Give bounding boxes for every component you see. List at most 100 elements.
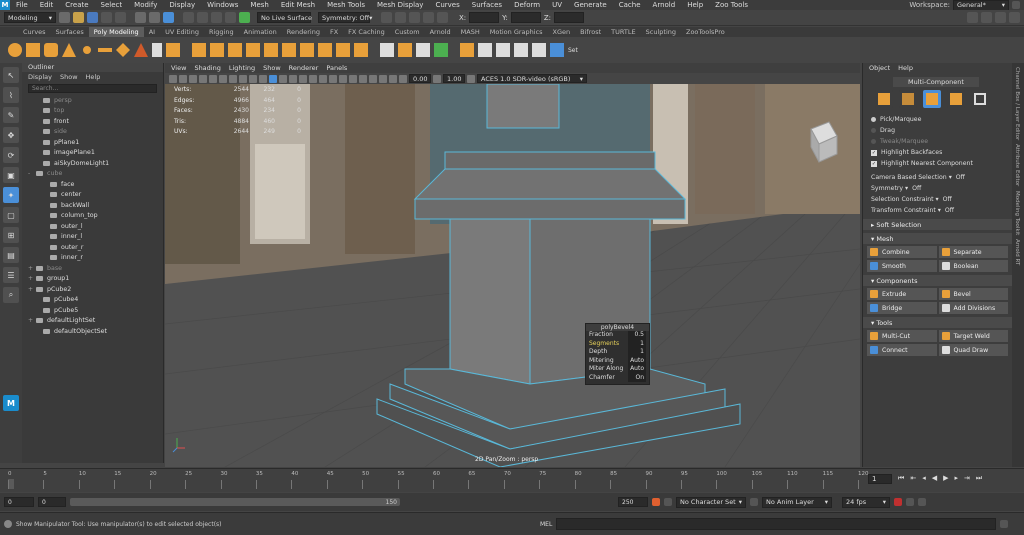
- extrude-button[interactable]: Extrude: [867, 288, 937, 300]
- layout-icon[interactable]: ▤: [3, 247, 19, 263]
- outliner-item[interactable]: backWall: [22, 200, 163, 211]
- gamma-field[interactable]: 1.00: [443, 74, 465, 83]
- fps-dropdown[interactable]: 24 fps ▾: [842, 496, 890, 508]
- toolkit-menu-help[interactable]: Help: [898, 63, 913, 73]
- start-time-field[interactable]: 0: [4, 497, 34, 507]
- symmetry-dropdown[interactable]: Symmetry: Off ▾: [318, 12, 372, 23]
- add-divisions-button[interactable]: Add Divisions: [938, 302, 1008, 314]
- expand-toggle-icon[interactable]: +: [28, 275, 34, 282]
- workspace-dropdown[interactable]: General* ▾: [953, 0, 1009, 11]
- object-mode-icon[interactable]: [875, 90, 893, 108]
- outliner-item[interactable]: imagePlane1: [22, 148, 163, 159]
- shelf-tab-poly-modeling[interactable]: Poly Modeling: [88, 27, 144, 37]
- hypershade-icon[interactable]: [423, 12, 434, 23]
- isolate-select-icon[interactable]: [369, 74, 377, 83]
- extract-icon[interactable]: [264, 43, 278, 57]
- selection-radio[interactable]: Tweak/Marquee: [863, 136, 1012, 147]
- mash-logo-icon[interactable]: M: [3, 395, 19, 411]
- bevel-attr-value[interactable]: Auto: [628, 365, 646, 374]
- selection-radio[interactable]: Pick/Marquee: [863, 114, 1012, 125]
- timeline[interactable]: 0 5 10 15 20 25 30 35 40 45 50 55 60 65 70 75 80 85 90 95 10…: [0, 468, 1024, 492]
- section-header-mesh[interactable]: ▾ Mesh: [863, 233, 1012, 244]
- play-back-icon[interactable]: ◀: [932, 474, 937, 484]
- outliner-item[interactable]: front: [22, 116, 163, 127]
- shelf-tab-xgen[interactable]: XGen: [548, 27, 576, 37]
- outliner-item[interactable]: + pCube2: [22, 284, 163, 295]
- menu-item-mesh-display[interactable]: Mesh Display: [371, 1, 429, 9]
- section-header-components[interactable]: ▾ Components: [863, 275, 1012, 286]
- snap-plane-icon[interactable]: [225, 12, 236, 23]
- antialias-icon[interactable]: [349, 74, 357, 83]
- outliner-item[interactable]: pCube4: [22, 295, 163, 306]
- shelf-tab-custom[interactable]: Custom: [390, 27, 425, 37]
- lasso-tool-icon[interactable]: ⌇: [3, 87, 19, 103]
- bevel-inview-editor[interactable]: polyBevel4 Fraction 0.5 Segments 1 Depth 1 Mit…: [585, 323, 650, 385]
- textured-icon[interactable]: [299, 74, 307, 83]
- poly-cube-icon[interactable]: [26, 43, 40, 57]
- step-forward-key-icon[interactable]: ⇥: [964, 474, 970, 484]
- connect-button[interactable]: Connect: [867, 344, 937, 356]
- outliner-item[interactable]: side: [22, 127, 163, 138]
- menu-item-edit-mesh[interactable]: Edit Mesh: [275, 1, 321, 9]
- side-tab-arnold-rt[interactable]: Arnold RT: [1014, 239, 1020, 265]
- go-start-icon[interactable]: ⏮: [898, 474, 904, 484]
- x-field[interactable]: [469, 12, 500, 23]
- channel-box-icon[interactable]: [1009, 12, 1020, 23]
- shelf-tab-fx[interactable]: FX: [325, 27, 343, 37]
- menu-item-zoo-tools[interactable]: Zoo Tools: [709, 1, 754, 9]
- menu-item-arnold[interactable]: Arnold: [647, 1, 682, 9]
- anim-layer-dropdown[interactable]: No Anim Layer ▾: [762, 496, 832, 508]
- wireframe-on-shaded-icon[interactable]: [289, 74, 297, 83]
- exposure-icon[interactable]: [399, 74, 407, 83]
- ipr-render-icon[interactable]: [395, 12, 406, 23]
- selection-constraint[interactable]: Selection Constraint ▾ Off: [863, 194, 1012, 205]
- modeling-toolkit-icon[interactable]: [981, 12, 992, 23]
- side-tab-attribute-editor[interactable]: Attribute Editor: [1014, 144, 1020, 186]
- separate-icon[interactable]: [210, 43, 224, 57]
- resolution-gate-icon[interactable]: [229, 74, 237, 83]
- outliner-item[interactable]: persp: [22, 95, 163, 106]
- menu-item-help[interactable]: Help: [681, 1, 709, 9]
- shelf-tab-arnold[interactable]: Arnold: [425, 27, 456, 37]
- radio-icon[interactable]: [871, 128, 876, 133]
- bevel-attr-value[interactable]: Auto: [628, 356, 646, 365]
- outliner-search-input[interactable]: Search...: [28, 84, 157, 93]
- outliner-item[interactable]: - cube: [22, 169, 163, 180]
- move-tool-icon[interactable]: ✥: [3, 127, 19, 143]
- select-object-icon[interactable]: [149, 12, 160, 23]
- menu-item-edit[interactable]: Edit: [34, 1, 60, 9]
- ambient-occlusion-icon[interactable]: [329, 74, 337, 83]
- outliner-item[interactable]: inner_r: [22, 253, 163, 264]
- combine-button[interactable]: Combine: [867, 246, 937, 258]
- preferences-icon[interactable]: [918, 498, 926, 506]
- bridge-edge-icon[interactable]: [354, 43, 368, 57]
- viewport-menu-show[interactable]: Show: [263, 64, 281, 72]
- bevel-attr-value[interactable]: 0.5: [628, 331, 646, 340]
- viewport-menu-view[interactable]: View: [171, 64, 186, 72]
- shelf-tab-rendering[interactable]: Rendering: [282, 27, 325, 37]
- bevel-attr-value[interactable]: 1: [628, 339, 646, 348]
- outliner-item[interactable]: inner_l: [22, 232, 163, 243]
- bevel-attr-row[interactable]: Chamfer On: [586, 373, 649, 382]
- menu-item-mesh-tools[interactable]: Mesh Tools: [321, 1, 371, 9]
- quad-draw-icon[interactable]: [496, 43, 510, 57]
- bevel-attr-row[interactable]: Mitering Auto: [586, 356, 649, 365]
- mirror-icon[interactable]: [246, 43, 260, 57]
- toolkit-menu-object[interactable]: Object: [869, 63, 890, 73]
- section-header-tools[interactable]: ▾ Tools: [863, 317, 1012, 328]
- outliner-item[interactable]: defaultObjectSet: [22, 326, 163, 337]
- outliner-item[interactable]: face: [22, 179, 163, 190]
- combine-icon[interactable]: [192, 43, 206, 57]
- color-space-dropdown[interactable]: ACES 1.0 SDR-video (sRGB) ▾: [477, 74, 587, 83]
- multi-cut-button[interactable]: Multi-Cut: [867, 330, 937, 342]
- safe-action-icon[interactable]: [259, 74, 267, 83]
- time-ruler[interactable]: 0 5 10 15 20 25 30 35 40 45 50 55 60 65 70 75 80 85 90 95 10…: [8, 471, 869, 491]
- shelf-tab-bifrost[interactable]: Bifrost: [575, 27, 606, 37]
- bevel-attr-value[interactable]: On: [628, 373, 646, 382]
- multi-component-button[interactable]: Multi-Component: [893, 77, 979, 87]
- exposure-field[interactable]: 0.00: [409, 74, 431, 83]
- outliner-menu-show[interactable]: Show: [60, 72, 78, 82]
- select-camera-icon[interactable]: [169, 74, 177, 83]
- shelf-tab-curves[interactable]: Curves: [18, 27, 51, 37]
- bookmark-icon[interactable]: [189, 74, 197, 83]
